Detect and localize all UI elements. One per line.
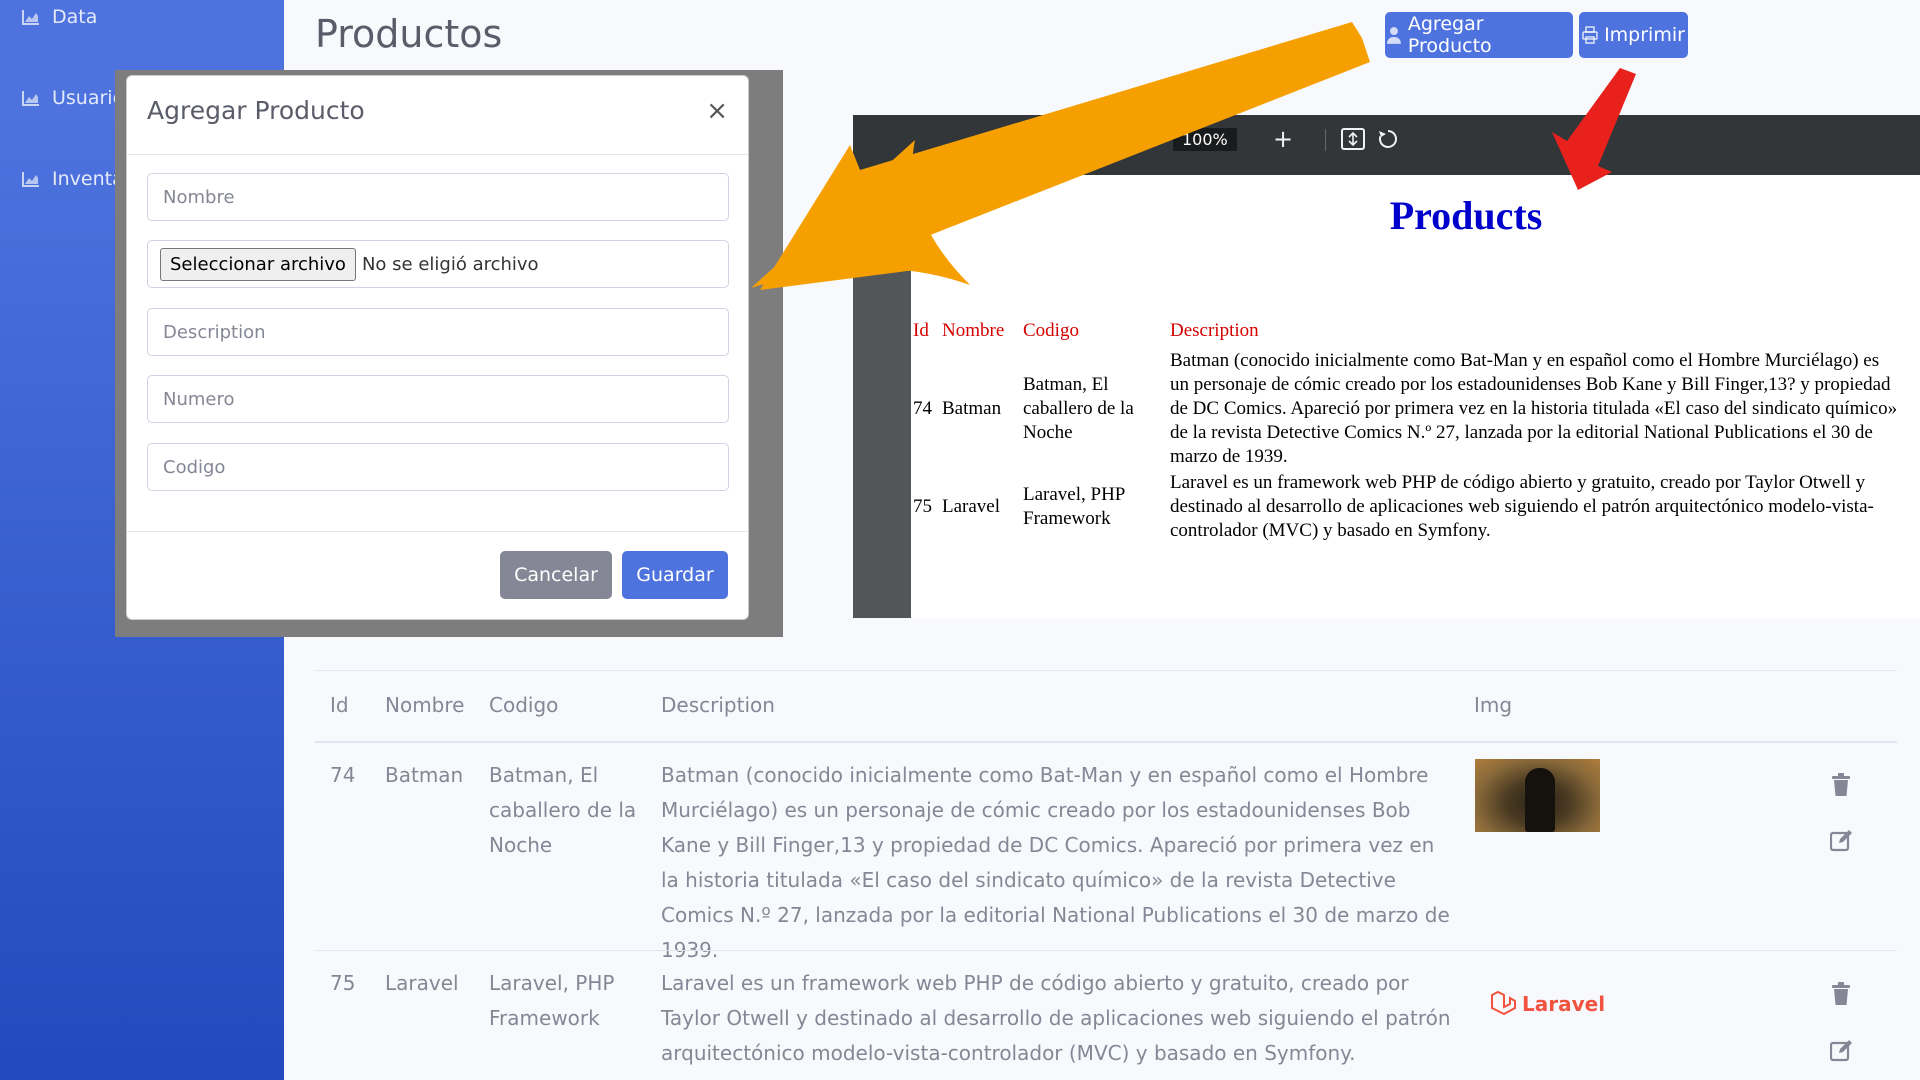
description-field[interactable]: Description xyxy=(147,308,729,356)
zoom-in-icon[interactable]: + xyxy=(1273,125,1293,153)
pdf-cell-codigo: Batman, El caballero de la Noche xyxy=(1023,374,1134,443)
table-header-nombre: Nombre xyxy=(385,693,465,717)
pdf-viewer: 1 / 1 100% + Products Id Nombre Codigo D… xyxy=(853,115,1920,618)
print-button[interactable]: Imprimir xyxy=(1579,12,1688,58)
pdf-title: Products xyxy=(1389,193,1543,238)
page-current-input[interactable]: 1 xyxy=(1040,127,1069,151)
table-cell-nombre: Laravel xyxy=(385,971,459,995)
chart-area-icon xyxy=(22,91,39,106)
add-product-modal: Agregar Producto × Nombre Seleccionar ar… xyxy=(126,75,749,620)
pdf-header-id: Id xyxy=(913,320,929,341)
trash-icon[interactable] xyxy=(1830,982,1852,1006)
pdf-header-nombre: Nombre xyxy=(942,320,1005,341)
page-separator: / xyxy=(1076,129,1082,149)
table-header-border xyxy=(315,741,1897,743)
table-cell-codigo: Laravel, PHP Framework xyxy=(489,971,615,1030)
save-button[interactable]: Guardar xyxy=(622,551,728,599)
file-status: No se eligió archivo xyxy=(361,253,539,275)
sidebar-item-label: Data xyxy=(52,6,98,28)
edit-icon[interactable] xyxy=(1830,828,1852,852)
pdf-cell-id: 75 xyxy=(913,496,932,517)
table-cell-description: Batman (conocido inicialmente como Bat-M… xyxy=(661,763,1450,962)
laravel-logo-text: Laravel xyxy=(1522,992,1606,1016)
print-icon xyxy=(1582,26,1598,44)
table-top-border xyxy=(315,670,1897,671)
table-cell-id: 74 xyxy=(330,763,356,787)
numero-field[interactable]: Numero xyxy=(147,375,729,423)
fit-page-icon[interactable] xyxy=(1341,125,1365,153)
pdf-toolbar: 1 / 1 100% + xyxy=(853,115,1920,175)
rotate-icon[interactable] xyxy=(1377,125,1399,153)
table-header-description: Description xyxy=(661,693,775,717)
table-cell-codigo: Batman, El caballero de la Noche xyxy=(489,763,637,857)
choose-file-button[interactable]: Seleccionar archivo xyxy=(160,247,356,281)
codigo-field[interactable]: Codigo xyxy=(147,443,729,491)
pdf-header-codigo: Codigo xyxy=(1023,320,1079,341)
pdf-page: Products Id Nombre Codigo Description 74… xyxy=(911,175,1920,618)
close-icon[interactable]: × xyxy=(706,98,728,124)
sidebar-item-data[interactable]: Data xyxy=(22,6,97,28)
add-product-button[interactable]: Agregar Producto xyxy=(1385,12,1573,58)
table-cell-nombre: Batman xyxy=(385,763,464,787)
page-total: 1 xyxy=(1089,129,1100,149)
table-cell-id: 75 xyxy=(330,971,356,995)
table-header-id: Id xyxy=(330,693,349,717)
pdf-cell-description: Laravel es un framework web PHP de códig… xyxy=(1170,472,1874,541)
pdf-cell-codigo: Laravel, PHP Framework xyxy=(1023,484,1125,529)
cancel-button[interactable]: Cancelar xyxy=(500,551,612,599)
pdf-cell-nombre: Batman xyxy=(942,398,1002,419)
table-cell-description: Laravel es un framework web PHP de códig… xyxy=(661,971,1451,1065)
modal-header-divider xyxy=(127,154,748,155)
pdf-cell-description: Batman (conocido inicialmente como Bat-M… xyxy=(1170,350,1898,467)
edit-icon[interactable] xyxy=(1830,1038,1852,1062)
image-file-field[interactable]: Seleccionar archivo No se eligió archivo xyxy=(147,240,729,288)
zoom-level[interactable]: 100% xyxy=(1173,127,1237,151)
table-row-border xyxy=(315,950,1897,951)
nombre-field[interactable]: Nombre xyxy=(147,173,729,221)
pdf-cell-nombre: Laravel xyxy=(942,496,1001,517)
chart-area-icon xyxy=(22,172,39,187)
modal-footer-divider xyxy=(127,531,748,532)
user-icon xyxy=(1386,27,1401,44)
laravel-icon xyxy=(1491,990,1516,1016)
trash-icon[interactable] xyxy=(1830,773,1852,797)
toolbar-divider xyxy=(1325,129,1326,151)
pdf-cell-id: 74 xyxy=(913,398,932,419)
laravel-logo: Laravel xyxy=(1489,990,1605,1018)
table-header-img: Img xyxy=(1474,693,1513,717)
batman-figure xyxy=(1525,768,1555,832)
pdf-header-description: Description xyxy=(1170,320,1259,341)
table-header-codigo: Codigo xyxy=(489,693,559,717)
modal-title: Agregar Producto xyxy=(147,96,365,125)
zoom-indicator: 100% xyxy=(1173,125,1237,153)
chart-area-icon xyxy=(22,10,39,25)
page-title: Productos xyxy=(315,12,503,56)
print-label: Imprimir xyxy=(1604,24,1685,46)
add-product-label: Agregar Producto xyxy=(1407,13,1492,57)
page-indicator: 1 / 1 xyxy=(1040,125,1100,153)
